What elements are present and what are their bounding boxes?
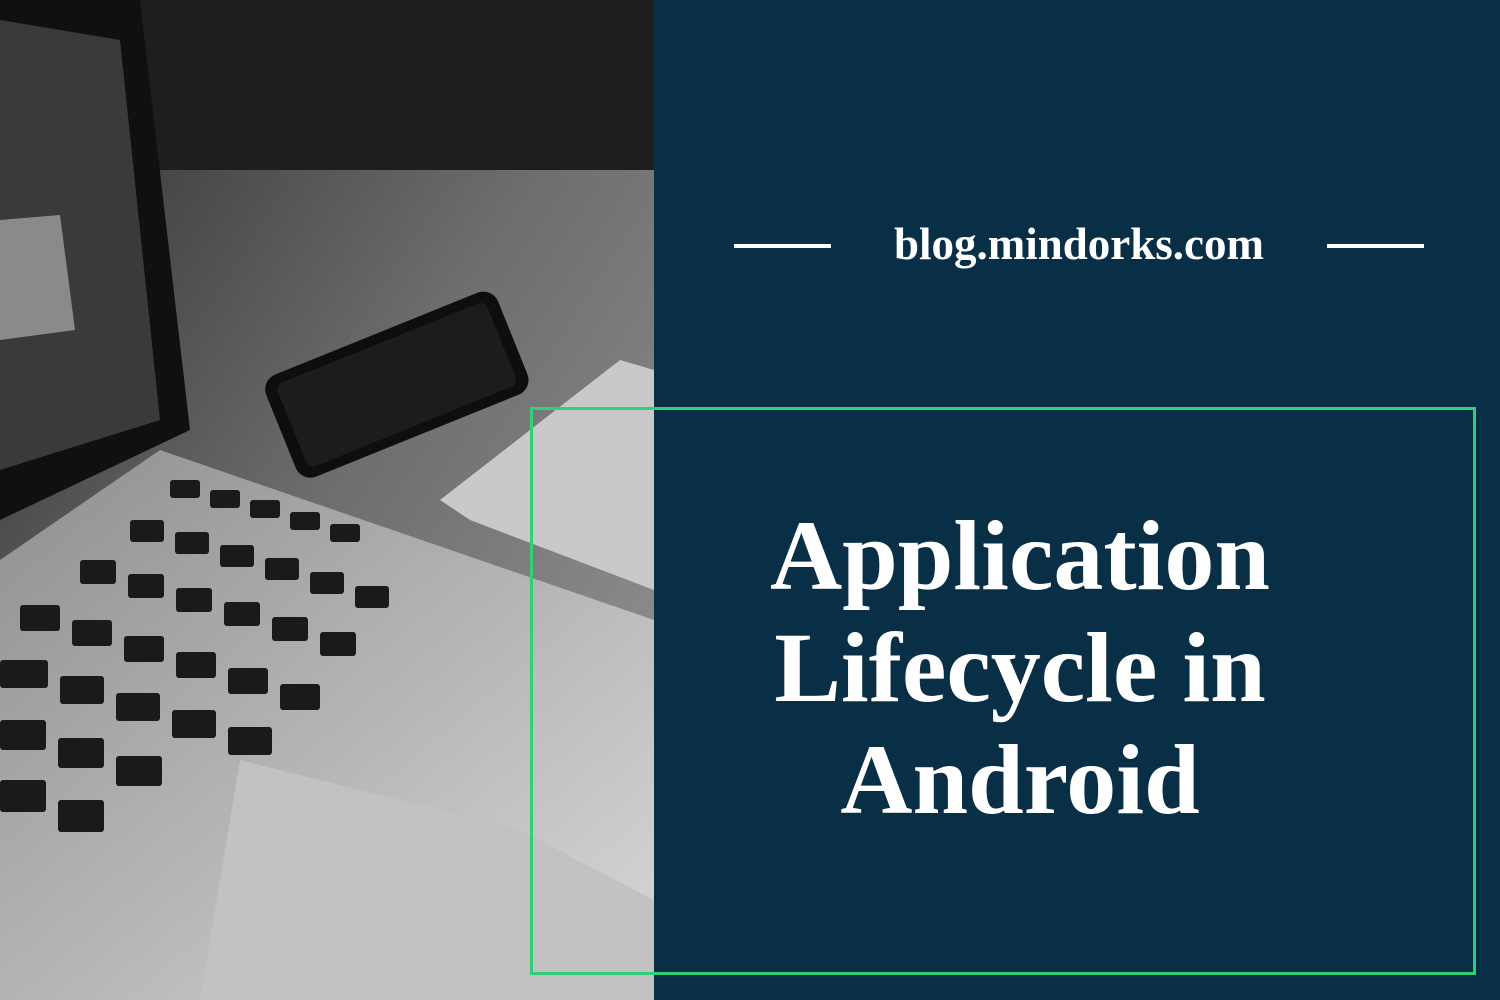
article-title: Application Lifecycle in Android — [660, 500, 1380, 836]
title-line-1: Application — [769, 500, 1271, 611]
site-header: blog.mindorks.com — [734, 212, 1424, 276]
title-line-3: Android — [840, 724, 1200, 835]
site-url: blog.mindorks.com — [893, 219, 1265, 269]
right-divider — [1327, 244, 1424, 248]
title-line-2: Lifecycle in — [774, 612, 1266, 723]
